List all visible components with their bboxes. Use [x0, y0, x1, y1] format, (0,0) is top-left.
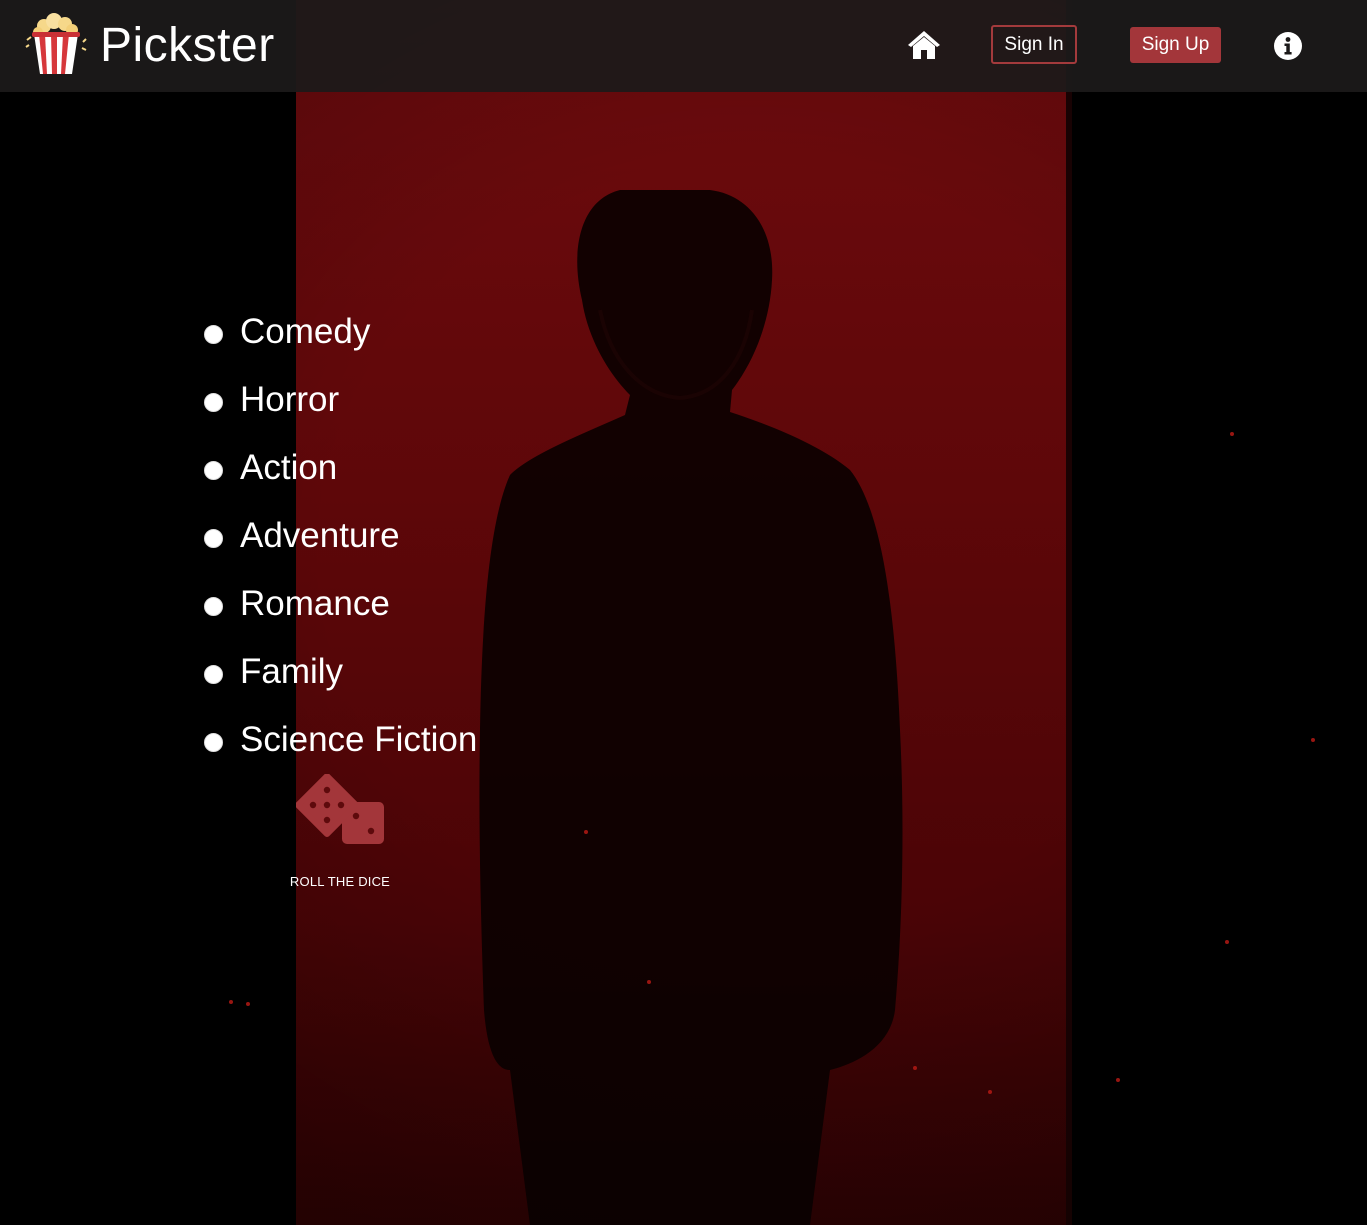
info-button[interactable]	[1273, 31, 1303, 61]
ember-spark	[1116, 1078, 1120, 1082]
dice-icon	[296, 774, 384, 844]
sign-up-button[interactable]: Sign Up	[1130, 27, 1221, 63]
genre-option-romance[interactable]: Romance	[204, 570, 477, 638]
genre-option-horror[interactable]: Horror	[204, 366, 477, 434]
brand-name: Pickster	[100, 18, 275, 72]
ember-spark	[1311, 738, 1315, 742]
ember-spark	[1225, 940, 1229, 944]
roll-dice-label: ROLL THE DICE	[289, 874, 391, 889]
radio-button[interactable]	[204, 732, 223, 752]
roll-dice-button[interactable]: ROLL THE DICE	[270, 772, 410, 897]
genre-list: Comedy Horror Action Adventure Romance F…	[204, 298, 477, 774]
genre-label: Romance	[240, 584, 390, 623]
home-button[interactable]	[906, 28, 942, 62]
ember-spark	[1230, 432, 1234, 436]
info-icon	[1274, 32, 1302, 60]
ember-spark	[229, 1000, 233, 1004]
genre-option-science-fiction[interactable]: Science Fiction	[204, 706, 477, 774]
radio-button[interactable]	[204, 664, 223, 684]
sign-in-button[interactable]: Sign In	[991, 25, 1077, 64]
genre-label: Action	[240, 448, 338, 487]
genre-label: Horror	[240, 380, 340, 419]
genre-option-family[interactable]: Family	[204, 638, 477, 706]
radio-button[interactable]	[204, 392, 223, 412]
brand[interactable]: Pickster	[24, 12, 275, 78]
radio-button[interactable]	[204, 528, 223, 548]
ember-spark	[584, 830, 588, 834]
genre-label: Family	[240, 652, 344, 691]
home-icon	[908, 31, 940, 59]
top-navbar: Pickster Sign In Sign Up	[0, 0, 1367, 92]
genre-label: Science Fiction	[240, 720, 478, 759]
genre-option-comedy[interactable]: Comedy	[204, 298, 477, 366]
genre-option-adventure[interactable]: Adventure	[204, 502, 477, 570]
radio-button[interactable]	[204, 596, 223, 616]
ember-spark	[647, 980, 651, 984]
radio-button[interactable]	[204, 460, 223, 480]
popcorn-icon	[25, 13, 87, 74]
genre-option-action[interactable]: Action	[204, 434, 477, 502]
genre-label: Comedy	[240, 312, 371, 351]
ember-spark	[246, 1002, 250, 1006]
ember-spark	[988, 1090, 992, 1094]
genre-label: Adventure	[240, 516, 400, 555]
radio-button[interactable]	[204, 324, 223, 344]
ember-spark	[913, 1066, 917, 1070]
